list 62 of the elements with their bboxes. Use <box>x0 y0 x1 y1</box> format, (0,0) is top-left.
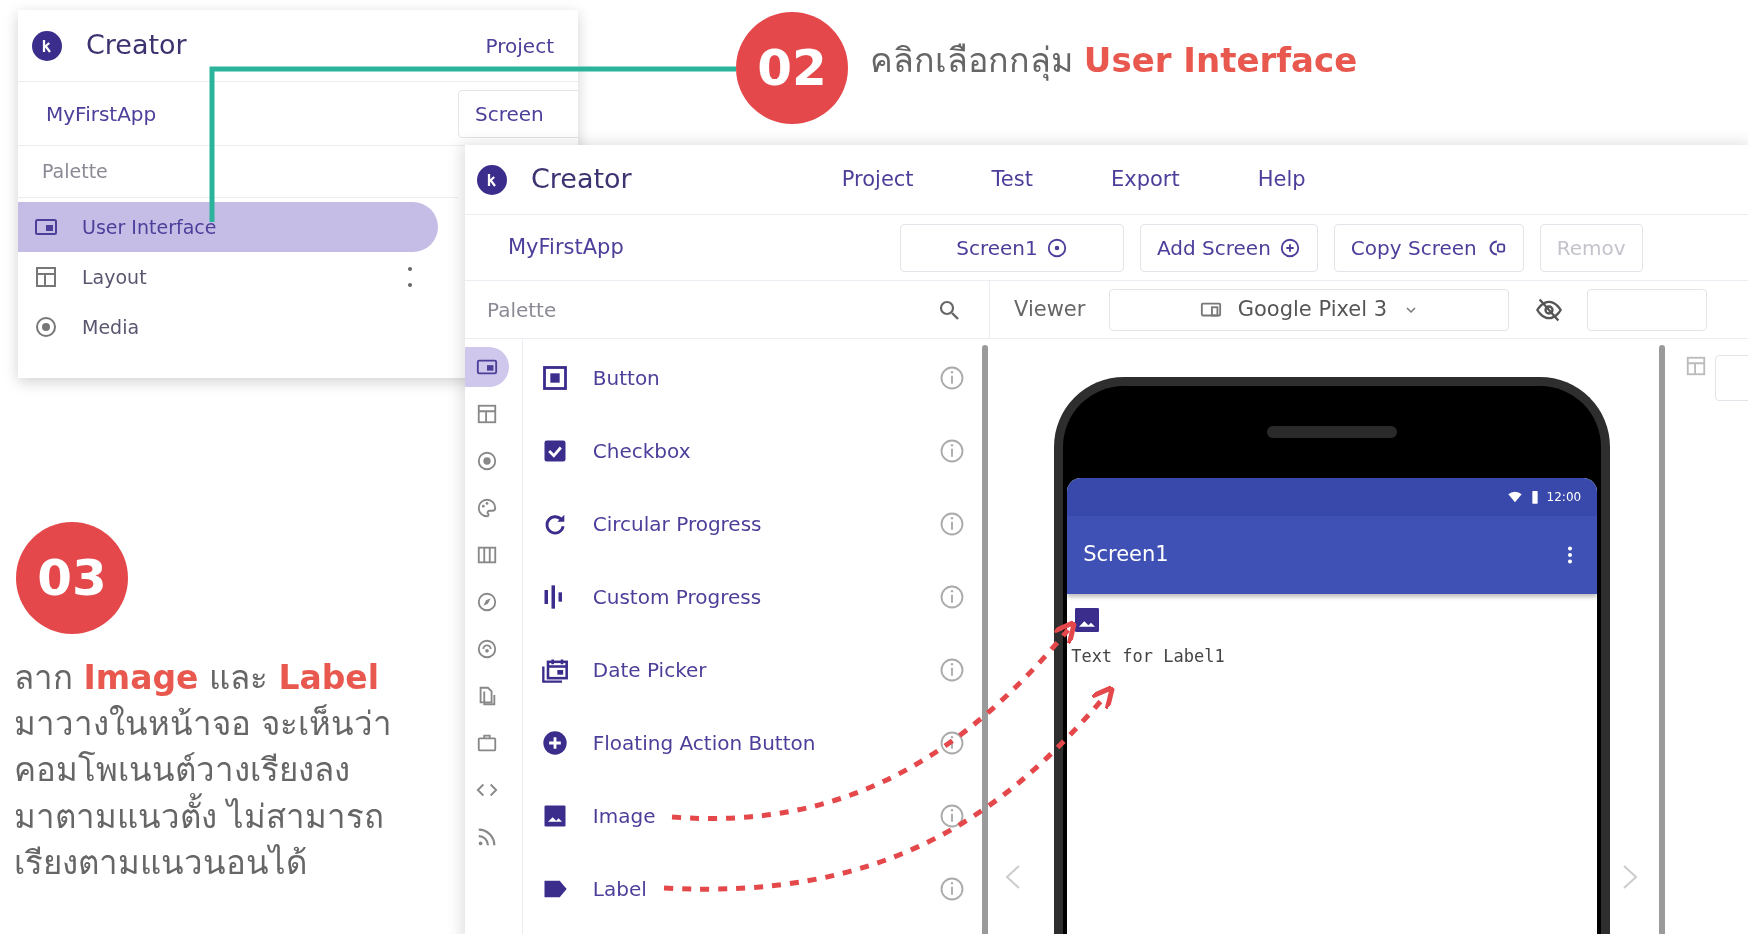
project-name: MyFirstApp <box>508 233 625 261</box>
component-item[interactable]: Floating Action Button <box>592 727 816 758</box>
component-item[interactable]: Label <box>592 873 647 904</box>
step-badge: 03 <box>16 522 128 634</box>
component-item[interactable]: Button <box>592 362 660 393</box>
step-caption: ลาก Image และ Label มาวางในหน้าจอ จะเห็นว่า คอมโพเนนต์วางเรียงลง มาตามแนวตั้ง ไม่สามารถ เรียงตามแนวนอนได้ <box>14 657 393 884</box>
chevron-right-icon <box>1623 865 1637 889</box>
screen-selector[interactable]: Screen <box>458 89 578 138</box>
component-item[interactable]: Date Picker <box>592 654 707 685</box>
scrollbar[interactable] <box>1659 345 1665 934</box>
drag-handle-icon <box>408 267 412 287</box>
menu-link[interactable]: Help <box>1257 163 1306 196</box>
chevron-left-icon <box>1006 865 1021 889</box>
plus-circle-icon <box>540 728 569 757</box>
component-item[interactable]: Checkbox <box>592 435 691 466</box>
feed-icon <box>476 826 498 848</box>
toolbar-button[interactable]: Screen1 <box>900 223 1124 272</box>
compass-icon <box>476 591 498 613</box>
viewer-label: Viewer <box>1014 295 1086 323</box>
app-name: Creator <box>86 28 187 63</box>
step-badge: 02 <box>736 12 848 124</box>
toolbar-button[interactable]: Copy Screen <box>1333 223 1524 272</box>
toolbar-button[interactable]: Add Screen <box>1140 223 1318 272</box>
screen-title: Screen1 <box>1083 541 1169 569</box>
logo-icon <box>32 30 62 61</box>
status-time: 12:00 <box>1546 489 1582 506</box>
category-item[interactable]: Media <box>18 302 438 352</box>
layout-grid-icon <box>476 403 498 425</box>
logo-icon <box>477 164 507 195</box>
dropdown-field[interactable] <box>1587 288 1708 331</box>
record-circle-icon <box>34 315 58 339</box>
layout-grid-icon <box>34 265 58 289</box>
category-item[interactable]: Layout <box>18 252 438 302</box>
columns-icon <box>476 544 498 566</box>
menu-link[interactable]: Project <box>841 163 914 196</box>
component-item[interactable]: Circular Progress <box>592 508 762 539</box>
palette-title: Palette <box>42 159 108 185</box>
grid-icon <box>1685 355 1707 377</box>
plus-circle-icon <box>1278 236 1301 259</box>
device-name: Google Pixel 3 <box>1237 295 1388 323</box>
menu-link[interactable]: Project <box>485 30 554 61</box>
component-item[interactable]: Custom Progress <box>592 581 762 612</box>
briefcase-icon <box>476 732 498 754</box>
component-item[interactable]: Image <box>592 800 656 831</box>
panel-field[interactable] <box>1715 355 1748 401</box>
palette-title: Palette <box>487 296 557 324</box>
step-caption: คลิกเลือกกลุ่ม User Interface <box>870 39 1358 83</box>
square-icon <box>540 363 569 392</box>
app-name: Creator <box>531 162 632 197</box>
scrollbar[interactable] <box>982 345 989 934</box>
menu-link[interactable]: Test <box>991 163 1033 196</box>
device-dropdown[interactable]: Google Pixel 3 <box>1109 288 1510 331</box>
category-tab[interactable] <box>465 347 509 387</box>
category-item[interactable]: User Interface <box>18 202 438 252</box>
wifi-icon <box>1506 489 1523 505</box>
record-circle-icon <box>476 450 498 472</box>
project-name: MyFirstApp <box>46 100 157 128</box>
palette-icon <box>476 497 498 519</box>
menu-link[interactable]: Export <box>1110 163 1180 196</box>
select-circle-icon <box>1045 236 1068 259</box>
gauge-icon <box>476 638 498 660</box>
label-text: Text for Label1 <box>1071 645 1225 668</box>
